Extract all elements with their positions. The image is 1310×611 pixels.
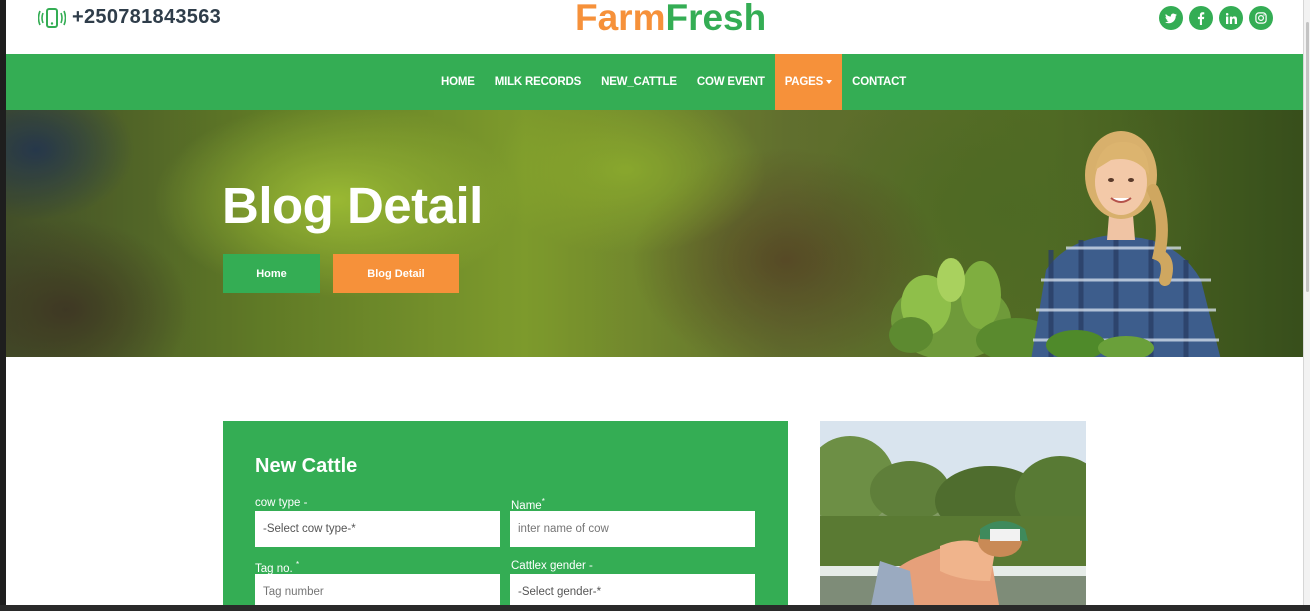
vertical-scrollbar[interactable]	[1303, 0, 1310, 611]
field-photo-graphic	[820, 421, 1086, 611]
scrollbar-thumb[interactable]	[1306, 22, 1309, 292]
facebook-icon[interactable]	[1189, 6, 1213, 30]
nav-new-cattle[interactable]: NEW_CATTLE	[591, 54, 687, 110]
tag-required-mark: *	[295, 560, 300, 569]
site-logo[interactable]: FarmFresh	[575, 0, 766, 39]
farmer-field-photo	[820, 421, 1086, 611]
farmer-woman-image	[889, 131, 1221, 357]
mobile-vibrate-icon	[37, 7, 67, 29]
top-bar: +250781843563 FarmFresh	[6, 0, 1303, 54]
gender-selected: -Select gender-*	[518, 586, 602, 598]
window-frame-bottom	[0, 605, 1310, 611]
form-title: New Cattle	[255, 455, 358, 477]
name-required-mark: *	[541, 497, 545, 506]
page-hero-banner: Blog Detail Home Blog Detail	[6, 110, 1303, 357]
window-frame-left	[0, 0, 6, 611]
twitter-icon[interactable]	[1159, 6, 1183, 30]
nav-pages-dropdown[interactable]: PAGES	[774, 54, 843, 110]
caret-down-icon	[826, 80, 833, 84]
breadcrumb-current-button[interactable]: Blog Detail	[333, 254, 459, 293]
phone-contact[interactable]: +250781843563	[37, 6, 221, 29]
cow-type-label: cow type -	[255, 497, 308, 509]
page-title: Blog Detail	[222, 177, 483, 234]
nav-milk-records[interactable]: MILK RECORDS	[485, 54, 591, 110]
social-links	[1159, 6, 1273, 30]
logo-farm: Farm	[575, 0, 666, 38]
tag-label: Tag no. *	[255, 560, 299, 575]
cow-type-select[interactable]: -Select cow type-*	[255, 511, 500, 547]
nav-pages-label: PAGES	[784, 76, 824, 88]
cow-type-selected: -Select cow type-*	[263, 523, 356, 535]
main-navigation: HOME MILK RECORDS NEW_CATTLE COW EVENT P…	[6, 54, 1303, 110]
phone-number[interactable]: +250781843563	[72, 6, 221, 29]
cow-name-input[interactable]	[510, 511, 755, 547]
logo-fresh: Fresh	[665, 0, 767, 38]
new-cattle-form: New Cattle cow type - -Select cow type-*…	[223, 421, 788, 611]
linkedin-icon[interactable]	[1219, 6, 1243, 30]
nav-contact[interactable]: CONTACT	[842, 54, 916, 110]
nav-cow-event[interactable]: COW EVENT	[687, 54, 775, 110]
nav-home[interactable]: HOME	[431, 54, 485, 110]
instagram-icon[interactable]	[1249, 6, 1273, 30]
breadcrumb-home-button[interactable]: Home	[223, 254, 320, 293]
gender-label: Cattlex gender -	[511, 560, 593, 572]
name-label: Name*	[511, 497, 545, 512]
